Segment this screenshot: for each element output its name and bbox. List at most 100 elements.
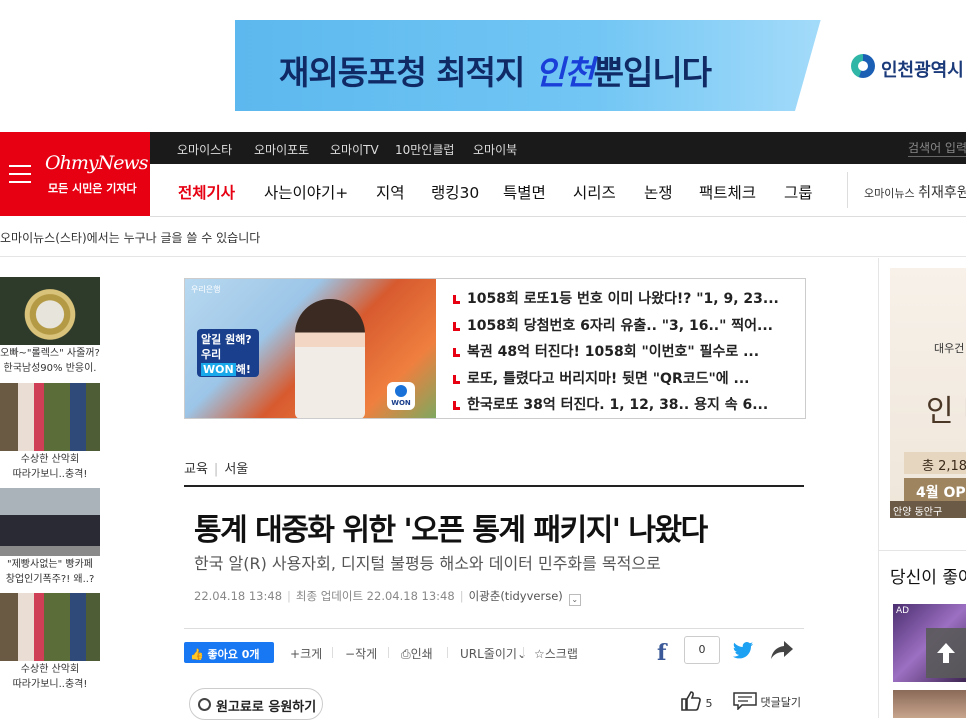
left-ad-item[interactable]: 오빠~"롤렉스" 사줄꺼? 한국남성90% 반응이. — [0, 277, 100, 375]
ad-headline[interactable]: 로또, 틀렸다고 버리지마! 뒷면 "QR코드"에 ... — [451, 366, 791, 393]
ad-model-figure — [295, 299, 365, 418]
right-sidebar-divider — [878, 550, 966, 551]
facebook-like-button[interactable]: 👍 좋아요 0개 — [184, 642, 274, 663]
banner-logo-text: 인천광역시 — [881, 60, 964, 81]
nav-item-group[interactable]: 그룹 — [784, 181, 813, 203]
coin-icon — [198, 698, 211, 711]
won-app-icon: WON — [387, 382, 415, 410]
brand-block: OhmyNews 모든 시민은 기자다 — [0, 132, 150, 216]
nav-item-special[interactable]: 특별면 — [503, 181, 546, 203]
search-input[interactable]: 검색어 입력 — [908, 139, 966, 157]
breadcrumb-separator: | — [213, 462, 219, 477]
banner-slogan-highlight: 인천 — [534, 53, 595, 92]
topnav-item-club[interactable]: 10만인클럽 — [395, 141, 454, 158]
author-name[interactable]: 이광춘(tidyverse) — [469, 589, 563, 603]
topnav-item-photo[interactable]: 오마이포토 — [254, 141, 309, 158]
scroll-to-top-button[interactable] — [926, 628, 966, 678]
right-ad-title: 인 더 — [926, 394, 966, 429]
right-apartment-ad[interactable]: 대우건 인 더 총 2,18 4월 OP 안양 동안구 — [890, 268, 966, 518]
left-ad-caption: 수상한 산악회 — [20, 454, 80, 465]
facebook-share-icon[interactable]: f — [657, 640, 666, 666]
donation-link-big: 취재후원 — [918, 185, 966, 201]
ad-headline[interactable]: 1058회 로또1등 번호 이미 나왔다!? "1, 9, 23... — [451, 286, 791, 313]
twitter-share-icon[interactable] — [732, 641, 754, 665]
left-ad-item[interactable]: 수상한 산악회 따라가보니..충격! — [0, 593, 100, 691]
scrap-label: 스크랩 — [544, 647, 578, 661]
likes-count: 5 — [705, 697, 713, 710]
ad-box: 우리은행 알길 원해? 우리 WON 해! WON 1058회 로또1등 번호 이… — [184, 278, 806, 419]
ad-sign-line1: 알길 원해? — [201, 333, 252, 346]
ad-headline[interactable]: 한국로또 38억 터진다. 1, 12, 38.. 용지 속 6... — [451, 392, 791, 419]
short-url-button[interactable]: URL줄이기⌄ — [460, 645, 527, 662]
breadcrumb: 교육 | 서울 — [184, 458, 248, 477]
left-ad-caption: 한국남성90% 반응이. — [3, 363, 97, 374]
ad-sign-line2: 우리 WON 해! — [201, 347, 255, 377]
hiking-thumbnail — [0, 383, 100, 451]
ad-headline-list: 1058회 로또1등 번호 이미 나왔다!? "1, 9, 23... 1058… — [451, 286, 791, 419]
nav-item-all[interactable]: 전체기사 — [178, 181, 235, 203]
nav-item-series[interactable]: 시리즈 — [573, 181, 616, 203]
hamburger-menu-icon[interactable] — [9, 165, 31, 189]
bakery-thumbnail — [0, 488, 100, 556]
topnav-item-tv[interactable]: 오마이TV — [330, 141, 379, 158]
nav-item-debate[interactable]: 논쟁 — [644, 181, 673, 203]
left-ad-caption: "제빵사없는" 빵카페 — [7, 559, 93, 570]
top-banner-ad[interactable]: 재외동포청 최적지 인천뿐입니다 인천광역시 — [235, 20, 966, 111]
recommend-button[interactable]: 5 — [680, 690, 713, 712]
toolbar-separator — [388, 647, 389, 658]
share-arrow-icon[interactable] — [770, 640, 794, 664]
support-writer-button[interactable]: 원고료로 응원하기 — [189, 688, 323, 720]
nav-item-ranking[interactable]: 랭킹30 — [431, 181, 479, 203]
chevron-down-icon[interactable]: ⌄ — [568, 594, 581, 606]
ad-sign-won: WON — [201, 363, 236, 376]
site-logo[interactable]: OhmyNews — [45, 152, 148, 174]
thumbs-up-icon: 👍 — [190, 648, 204, 661]
bank-ad-image[interactable]: 우리은행 알길 원해? 우리 WON 해! WON — [185, 279, 436, 418]
font-increase-button[interactable]: +크게 — [290, 645, 322, 662]
print-button[interactable]: ⎙인쇄 — [401, 645, 433, 662]
ad-sign: 알길 원해? 우리 WON 해! — [197, 329, 259, 377]
font-decrease-button[interactable]: −작게 — [345, 645, 377, 662]
meta-separator: | — [287, 589, 291, 603]
right-ad-brand: 대우건 — [934, 342, 965, 355]
breadcrumb-item-seoul[interactable]: 서울 — [224, 462, 248, 477]
topnav-item-star[interactable]: 오마이스타 — [177, 141, 232, 158]
left-ad-caption: 오빠~"롤렉스" 사줄꺼? — [0, 348, 100, 359]
donation-link-small: 오마이뉴스 — [864, 187, 915, 200]
arrow-up-icon — [937, 643, 955, 663]
top-nav: 오마이스타 오마이포토 오마이TV 10만인클럽 오마이북 검색어 입력 — [150, 132, 966, 164]
banner-slogan-post: 뿐입니다 — [593, 53, 712, 92]
ad-badge: AD — [896, 606, 910, 616]
main-nav: 전체기사 사는이야기+ 지역 랭킹30 특별면 시리즈 논쟁 팩트체크 그룹 오… — [150, 164, 966, 217]
topnav-item-book[interactable]: 오마이북 — [473, 141, 517, 158]
comment-label: 댓글달기 — [760, 696, 801, 709]
published-time: 22.04.18 13:48 — [194, 589, 283, 603]
meta-rule — [184, 628, 804, 629]
right-ad-open: 4월 OP — [904, 478, 966, 502]
site-tagline: 모든 시민은 기자다 — [48, 182, 137, 195]
right-ad-location: 안양 동안구 — [890, 501, 966, 518]
nav-divider — [847, 172, 848, 208]
nav-item-factcheck[interactable]: 팩트체크 — [699, 181, 756, 203]
title-rule — [184, 485, 804, 487]
article-subhead: 한국 알(R) 사용자회, 디지털 불평등 해소와 데이터 민주화를 목적으로 — [194, 554, 661, 573]
left-ad-item[interactable]: 수상한 산악회 따라가보니..충격! — [0, 383, 100, 481]
ad-headline[interactable]: 복권 48억 터진다! 1058회 "이번호" 필수로 ... — [451, 339, 791, 366]
like-label: 좋아요 0개 — [207, 648, 260, 661]
ad-headline[interactable]: 1058회 당첨번호 6자리 유출.. "3, 16.." 찍어... — [451, 313, 791, 340]
donation-link[interactable]: 오마이뉴스 취재후원 — [864, 182, 966, 202]
scrap-button[interactable]: ☆스크랩 — [534, 645, 578, 662]
breadcrumb-item-education[interactable]: 교육 — [184, 462, 208, 477]
star-icon: ☆ — [534, 647, 545, 661]
updated-time: 최종 업데이트 22.04.18 13:48 — [295, 589, 455, 603]
font-decrease-label: 작게 — [355, 647, 378, 661]
share-count: 0 — [684, 636, 720, 664]
left-ad-item[interactable]: "제빵사없는" 빵카페 창업인기폭주?! 왜..? — [0, 488, 100, 586]
article-toolbar: 👍 좋아요 0개 +크게 −작게 ⎙인쇄 URL줄이기⌄ ☆스크랩 f 0 — [184, 636, 806, 666]
nav-item-region[interactable]: 지역 — [376, 181, 405, 203]
banner-slogan: 재외동포청 최적지 인천뿐입니다 — [279, 46, 712, 94]
toolbar-separator — [332, 647, 333, 658]
comment-button[interactable]: 댓글달기 — [733, 692, 801, 711]
nav-item-life[interactable]: 사는이야기+ — [264, 181, 348, 203]
recommend-thumbnail[interactable] — [893, 690, 966, 718]
